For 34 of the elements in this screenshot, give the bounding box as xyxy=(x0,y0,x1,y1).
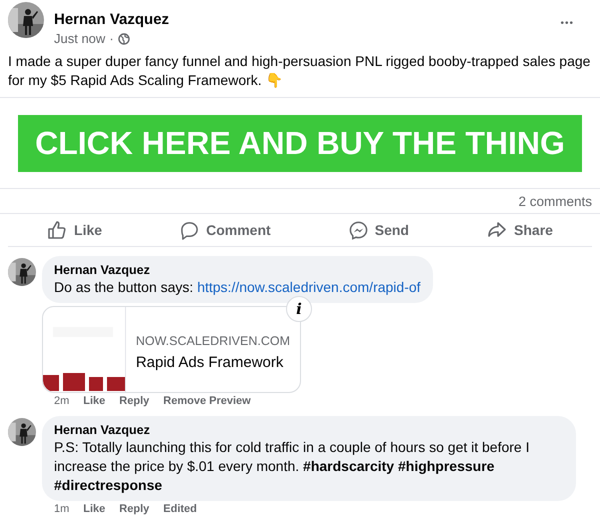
comment-time[interactable]: 2m xyxy=(54,395,70,407)
preview-domain: NOW.SCALEDRIVEN.COM xyxy=(136,334,290,348)
author-name[interactable]: Hernan Vazquez xyxy=(54,11,170,28)
comment-text: Do as the button says: https://now.scaledriven.com/rapid-of xyxy=(54,278,421,297)
comment-action-link[interactable]: Like xyxy=(83,395,106,407)
edited-label: Edited xyxy=(163,503,197,515)
comment-button[interactable]: Comment xyxy=(170,217,281,243)
globe-icon xyxy=(118,32,130,44)
comment-action-link[interactable]: Remove Preview xyxy=(163,395,251,407)
comment-time[interactable]: 1m xyxy=(54,503,70,515)
more-options-button[interactable]: ••• xyxy=(560,16,574,30)
info-button[interactable]: i xyxy=(286,296,312,322)
separator-dot: · xyxy=(109,31,114,46)
comment-action-link[interactable]: Like xyxy=(83,503,106,515)
avatar[interactable] xyxy=(8,2,44,38)
comment-action-link[interactable]: Reply xyxy=(119,503,150,515)
messenger-icon xyxy=(348,220,368,240)
send-button[interactable]: Send xyxy=(338,217,419,243)
thumbs-up-icon xyxy=(47,220,68,240)
preview-title: Rapid Ads Framework xyxy=(136,354,284,371)
speech-bubble-icon xyxy=(180,220,200,240)
comment-action-link[interactable]: Reply xyxy=(119,395,150,407)
comment-link[interactable]: https://now.scaledriven.com/rapid-of xyxy=(197,279,421,295)
avatar[interactable] xyxy=(8,258,36,286)
share-icon xyxy=(487,220,508,240)
like-button[interactable]: Like xyxy=(37,217,112,243)
avatar[interactable] xyxy=(8,418,36,446)
post-time[interactable]: Just now xyxy=(54,31,106,46)
comment-text: P.S: Totally launching this for cold traffic in a couple of hours so get it before I increase the price by $.01 every month. #hardscarcity #highpressure #directresponse xyxy=(54,438,531,495)
commenter-name[interactable]: Hernan Vazquez xyxy=(54,262,421,278)
share-button[interactable]: Share xyxy=(477,217,563,243)
comment-count[interactable]: 2 comments xyxy=(0,189,600,213)
commenter-name[interactable]: Hernan Vazquez xyxy=(54,422,564,438)
post-text: I made a super duper fancy funnel and high-persuasion PNL rigged booby-trapped sales page for my $5 Rapid Ads Scaling Framework. 👇 xyxy=(7,52,592,90)
